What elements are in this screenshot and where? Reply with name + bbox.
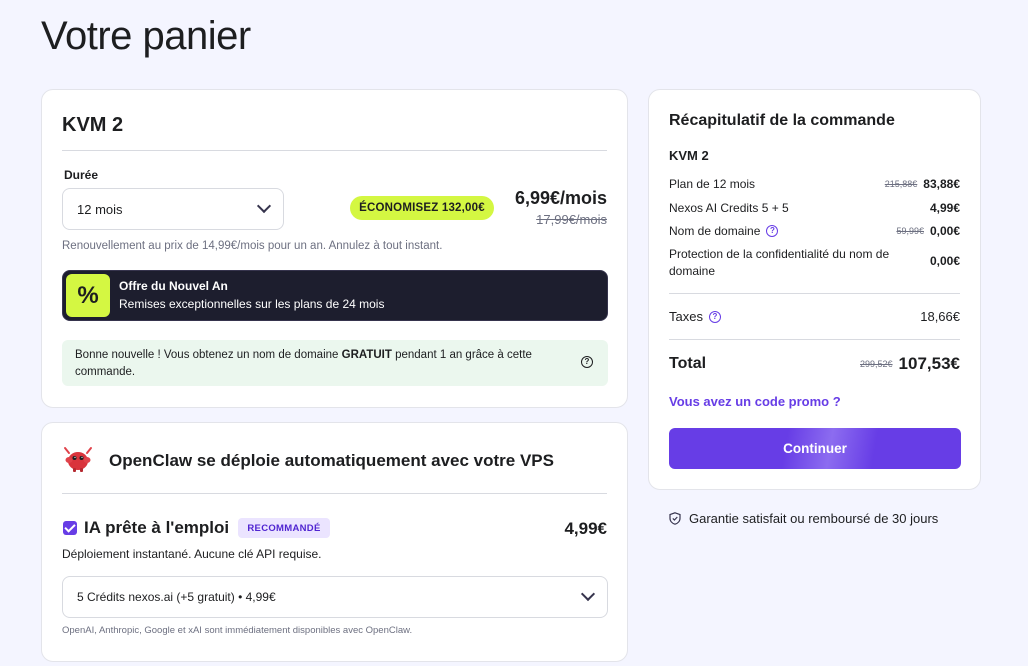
total-row: Total 299,52€ 107,53€ [669, 354, 960, 374]
checkbox-checked-icon[interactable] [63, 521, 77, 535]
plan-card: KVM 2 Durée 12 mois ÉCONOMISEZ 132,00€ 6… [41, 89, 628, 408]
free-domain-text: Bonne nouvelle ! Vous obtenez un nom de … [75, 349, 532, 378]
row-label: Protection de la confidentialité du nom … [669, 247, 890, 278]
divider [62, 150, 607, 151]
credits-value: 5 Crédits nexos.ai (+5 gratuit) • 4,99€ [77, 590, 276, 604]
duration-value: 12 mois [77, 201, 123, 217]
openclaw-card: OpenClaw se déploie automatiquement avec… [41, 422, 628, 662]
row-old-price: 59,99€ [896, 226, 924, 236]
total-label: Total [669, 355, 707, 372]
percent-icon: % [66, 274, 110, 317]
divider [62, 493, 607, 494]
page-title: Votre panier [41, 14, 251, 58]
chevron-down-icon [580, 586, 596, 602]
shield-check-icon [669, 512, 681, 525]
promo-banner[interactable]: % Offre du Nouvel An Remises exceptionne… [62, 270, 608, 321]
recommended-badge: RECOMMANDÉ [238, 518, 330, 538]
ai-price: 4,99€ [564, 519, 607, 538]
duration-label: Durée [64, 168, 99, 182]
ai-ready-title[interactable]: IA prête à l'emploi [84, 518, 229, 538]
order-summary-card: Récapitulatif de la commande KVM 2 Plan … [648, 89, 981, 490]
help-icon[interactable]: ? [766, 225, 779, 237]
plan-price: 6,99€/mois [514, 188, 607, 208]
plan-old-price: 17,99€/mois [536, 212, 607, 227]
divider [669, 293, 960, 294]
row-label: Nom de domaine [669, 224, 761, 238]
plan-name: KVM 2 [62, 114, 124, 136]
help-icon[interactable]: ? [581, 356, 593, 368]
total-old-price: 299,52€ [860, 359, 893, 369]
summary-row: Nexos AI Credits 5 + 5 4,99€ [669, 201, 960, 215]
row-amount: 83,88€ [923, 177, 960, 191]
openclaw-title: OpenClaw se déploie automatiquement avec… [109, 451, 554, 470]
continue-button[interactable]: Continuer [669, 428, 961, 469]
row-amount: 4,99€ [929, 201, 960, 215]
credits-select[interactable]: 5 Crédits nexos.ai (+5 gratuit) • 4,99€ [62, 576, 608, 618]
tax-amount: 18,66€ [920, 309, 960, 324]
ai-footnote: OpenAI, Anthropic, Google et xAI sont im… [62, 625, 413, 636]
tax-label: Taxes [669, 309, 703, 324]
summary-product: KVM 2 [669, 148, 709, 163]
summary-row: Plan de 12 mois 215,88€ 83,88€ [669, 177, 960, 191]
tax-row: Taxes? 18,66€ [669, 309, 960, 324]
promo-title: Offre du Nouvel An [119, 279, 228, 293]
promo-subtitle: Remises exceptionnelles sur les plans de… [119, 297, 385, 311]
savings-badge: ÉCONOMISEZ 132,00€ [350, 196, 494, 220]
chevron-down-icon [256, 198, 272, 214]
row-label: Nexos AI Credits 5 + 5 [669, 201, 789, 215]
free-domain-notice: Bonne nouvelle ! Vous obtenez un nom de … [62, 340, 608, 386]
summary-row: Protection de la confidentialité du nom … [669, 246, 960, 280]
row-amount: 0,00€ [929, 224, 960, 238]
duration-select[interactable]: 12 mois [62, 188, 284, 230]
openclaw-mascot-icon [64, 447, 92, 472]
row-old-price: 215,88€ [884, 179, 918, 189]
help-icon[interactable]: ? [708, 310, 721, 323]
total-amount: 107,53€ [898, 354, 960, 373]
divider [669, 339, 960, 340]
promo-code-link[interactable]: Vous avez un code promo ? [669, 394, 841, 409]
guarantee-note: Garantie satisfait ou remboursé de 30 jo… [669, 511, 938, 526]
renewal-note: Renouvellement au prix de 14,99€/mois po… [62, 240, 443, 252]
guarantee-text: Garantie satisfait ou remboursé de 30 jo… [689, 511, 939, 526]
row-amount: 0,00€ [929, 254, 960, 268]
summary-title: Récapitulatif de la commande [669, 112, 895, 129]
row-label: Plan de 12 mois [669, 177, 756, 191]
summary-row: Nom de domaine? 59,99€ 0,00€ [669, 224, 960, 238]
ai-description: Déploiement instantané. Aucune clé API r… [62, 547, 322, 561]
